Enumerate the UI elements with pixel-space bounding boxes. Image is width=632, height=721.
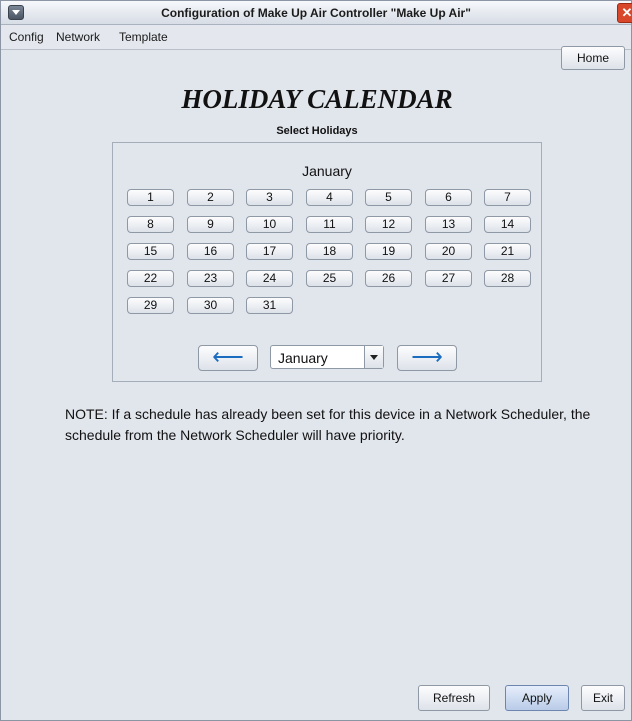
day-button[interactable]: 14 [484, 216, 531, 233]
menu-template[interactable]: Template [119, 30, 168, 44]
menu-config[interactable]: Config [9, 30, 44, 44]
day-button[interactable]: 12 [365, 216, 412, 233]
config-window: Configuration of Make Up Air Controller … [0, 0, 632, 721]
day-button[interactable]: 24 [246, 270, 293, 287]
day-button[interactable]: 13 [425, 216, 472, 233]
day-button[interactable]: 27 [425, 270, 472, 287]
day-button[interactable]: 29 [127, 297, 174, 314]
close-icon[interactable]: ✕ [617, 3, 632, 23]
day-button[interactable]: 28 [484, 270, 531, 287]
day-button[interactable]: 17 [246, 243, 293, 260]
day-button[interactable]: 16 [187, 243, 234, 260]
menu-network[interactable]: Network [56, 30, 100, 44]
priority-note: NOTE: If a schedule has already been set… [65, 406, 591, 443]
day-button[interactable]: 20 [425, 243, 472, 260]
day-button[interactable]: 6 [425, 189, 472, 206]
day-button[interactable]: 22 [127, 270, 174, 287]
section-subtitle: Select Holidays [276, 125, 358, 137]
title-bar: Configuration of Make Up Air Controller … [1, 1, 632, 25]
chevron-down-icon[interactable] [364, 346, 383, 368]
day-button[interactable]: 15 [127, 243, 174, 260]
day-button[interactable]: 26 [365, 270, 412, 287]
refresh-button[interactable]: Refresh [418, 685, 490, 711]
day-button[interactable]: 1 [127, 189, 174, 206]
home-button[interactable]: Home [561, 46, 625, 70]
day-button[interactable]: 31 [246, 297, 293, 314]
day-button[interactable]: 5 [365, 189, 412, 206]
month-select[interactable]: January [270, 345, 384, 369]
day-button[interactable]: 3 [246, 189, 293, 206]
day-button[interactable]: 25 [306, 270, 353, 287]
day-button[interactable]: 7 [484, 189, 531, 206]
day-button[interactable]: 10 [246, 216, 293, 233]
day-button[interactable]: 18 [306, 243, 353, 260]
month-label: January [302, 163, 352, 179]
arrow-right-icon[interactable]: ⟶ [397, 345, 457, 371]
month-select-value: January [278, 350, 328, 366]
window-title: Configuration of Make Up Air Controller … [161, 6, 471, 20]
day-button[interactable]: 23 [187, 270, 234, 287]
day-button[interactable]: 9 [187, 216, 234, 233]
day-button[interactable]: 11 [306, 216, 353, 233]
day-button[interactable]: 21 [484, 243, 531, 260]
exit-button[interactable]: Exit [581, 685, 625, 711]
page-title: HOLIDAY CALENDAR [181, 84, 453, 114]
arrow-left-icon[interactable]: ⟵ [198, 345, 258, 371]
day-button[interactable]: 4 [306, 189, 353, 206]
day-button[interactable]: 8 [127, 216, 174, 233]
menu-bar: Config Network Template [1, 25, 631, 50]
apply-button[interactable]: Apply [505, 685, 569, 711]
day-button[interactable]: 19 [365, 243, 412, 260]
day-button[interactable]: 30 [187, 297, 234, 314]
day-button[interactable]: 2 [187, 189, 234, 206]
calendar-panel: January 1 2 3 4 5 6 7 8 9 10 11 12 13 14 15 16 17 18 19 20 2… [112, 142, 542, 382]
